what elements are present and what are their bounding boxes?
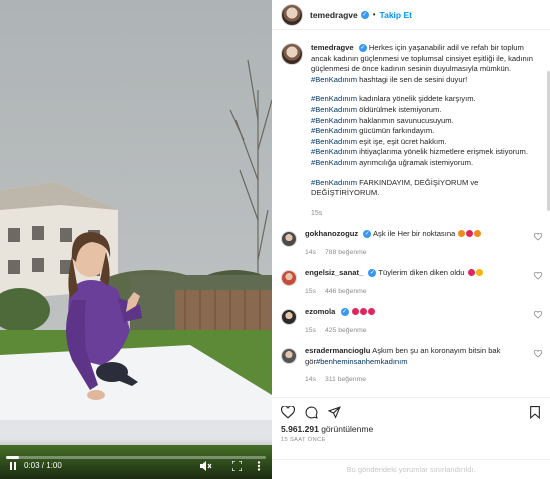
emoji-icon [367,308,375,316]
avatar[interactable] [281,309,297,326]
bookmark-icon[interactable] [529,406,541,419]
post-caption: temedragve ✓ Herkes için yaşanabilir adi… [272,31,550,219]
video-current-time: 0:03 [24,461,40,470]
comment-age[interactable]: 15s [305,327,316,334]
caption-line: hashtagi ile sen de sesini duyur! [359,74,468,84]
video-duration: 1:00 [46,461,62,470]
comment-username[interactable]: ezomola [305,307,335,316]
like-heart-icon[interactable] [534,311,542,319]
comment-age[interactable]: 14s [305,376,316,383]
caption-item: ayrımcılığa uğramak istemiyorum. [359,157,474,167]
hashtag-link[interactable]: #BenKadınım [311,105,357,114]
video-player[interactable]: 0:03 / 1:00 [0,0,272,479]
post-panel: temedragve ✓ • Takip Et temedragve ✓ Her… [272,0,550,479]
emoji-icon [359,308,367,316]
comment-row: engelsiz_sanat_ ✓ Tüylerim diken diken o… [272,258,550,297]
video-controls: 0:03 / 1:00 [0,439,272,479]
views-number: 5.961.291 [281,424,319,434]
more-options-icon[interactable] [254,461,264,471]
hashtag-link[interactable]: #BenKadınım [311,137,357,146]
share-icon[interactable] [328,406,341,419]
caption-line: güçlenmesi de önce kadının sesinin duyul… [311,64,512,74]
caption-item: haklarımın savunucusuyum. [359,115,454,125]
caption-line: Herkes için yaşanabilir adil ve refah bi… [368,43,524,52]
views-label: görüntülenme [321,424,374,434]
comment-icon[interactable] [305,406,318,419]
comment-list: gokhanozoguz ✓ Aşk ile Her bir noktasına… [272,219,550,386]
comment-row: gokhanozoguz ✓ Aşk ile Her bir noktasına… [272,219,550,258]
follow-button[interactable]: Takip Et [380,10,412,20]
comment-text: Tüylerim diken diken oldu [378,268,465,278]
fullscreen-icon[interactable] [232,461,242,471]
comment-text: Aşk ile Her bir noktasına [372,229,456,239]
header-username[interactable]: temedragve [310,10,358,20]
avatar[interactable] [281,3,303,26]
video-frame [0,0,272,479]
caption-item: eşit işe, eşit ücret hakkım. [359,136,447,146]
like-heart-icon[interactable] [534,350,542,358]
comments-section[interactable]: temedragve ✓ Herkes için yaşanabilir adi… [272,31,550,397]
verified-badge-icon: ✓ [368,269,377,278]
comment-likes[interactable]: 425 beğenme [325,327,367,334]
caption-item: kadınlara yönelik şiddete karşıyım. [359,94,476,104]
video-progress-bar[interactable] [6,456,266,459]
caption-item: ihtiyaçlarıma yönelik hizmetlere erişmek… [359,147,528,157]
emoji-icon [474,230,482,238]
actions-section: 5.961.291 görüntülenme 15 SAAT ÖNCE Bu g… [272,397,550,479]
verified-badge-icon: ✓ [363,230,372,239]
emoji-icon [458,230,466,238]
hashtag-link[interactable]: #BenKadınım [311,94,357,103]
comment-likes[interactable]: 446 beğenme [325,288,367,295]
hashtag-link[interactable]: #BenKadınım [311,126,357,135]
avatar[interactable] [281,348,297,365]
pause-icon[interactable] [8,461,18,471]
emoji-icon [467,269,475,277]
views-count[interactable]: 5.961.291 görüntülenme [272,419,550,434]
avatar[interactable] [281,270,297,287]
comments-limited-notice: Bu gönderideki yorumlar sınırlandırıldı. [272,459,550,479]
comment-username[interactable]: engelsiz_sanat_ [305,268,363,277]
post-header: temedragve ✓ • Takip Et [272,0,550,30]
separator-dot: • [372,10,376,19]
hashtag-link[interactable]: #BenKadınım [311,116,357,125]
comment-username[interactable]: esradermancioglu [305,346,370,355]
verified-badge-icon: ✓ [340,308,349,317]
heart-icon[interactable] [281,406,295,419]
post-time-ago[interactable]: 15 SAAT ÖNCE [272,434,550,443]
emoji-icon [351,308,359,316]
volume-muted-icon[interactable] [200,461,212,471]
comment-likes[interactable]: 311 beğenme [325,376,366,383]
like-heart-icon[interactable] [534,272,542,280]
caption-item: öldürülmek istemiyorum. [359,104,442,114]
post-age[interactable]: 15s [311,209,541,220]
comment-age[interactable]: 14s [305,249,316,256]
caption-item: gücümün farkındayım. [359,126,435,136]
hashtag-link[interactable]: #BenKadınım [311,75,357,84]
caption-line: ancak kadının güçlenmesi ve toplumsal ci… [311,53,534,63]
emoji-icon [475,269,483,277]
verified-badge-icon: ✓ [360,10,369,19]
comment-row: esradermancioglu Aşkım ben şu an koronay… [272,336,550,386]
emoji-icon [466,230,474,238]
avatar[interactable] [281,43,303,65]
like-heart-icon[interactable] [534,233,542,241]
caption-username[interactable]: temedragve [311,43,354,52]
comment-likes[interactable]: 788 beğenme [325,249,367,256]
video-time: 0:03 / 1:00 [24,461,62,471]
comment-username[interactable]: gokhanozoguz [305,229,358,238]
video-progress-fill [6,456,19,459]
comment-age[interactable]: 15s [305,288,316,295]
hashtag-link[interactable]: #BenKadınım [311,178,357,187]
hashtag-link[interactable]: #BenKadınım [311,158,357,167]
avatar[interactable] [281,231,297,248]
hashtag-link[interactable]: #BenKadınım [311,147,357,156]
verified-badge-icon: ✓ [358,44,367,52]
comment-row: ezomola ✓ 15s 425 beğenme [272,297,550,336]
hashtag-link[interactable]: #benheminsanhemkadınım [316,357,408,366]
